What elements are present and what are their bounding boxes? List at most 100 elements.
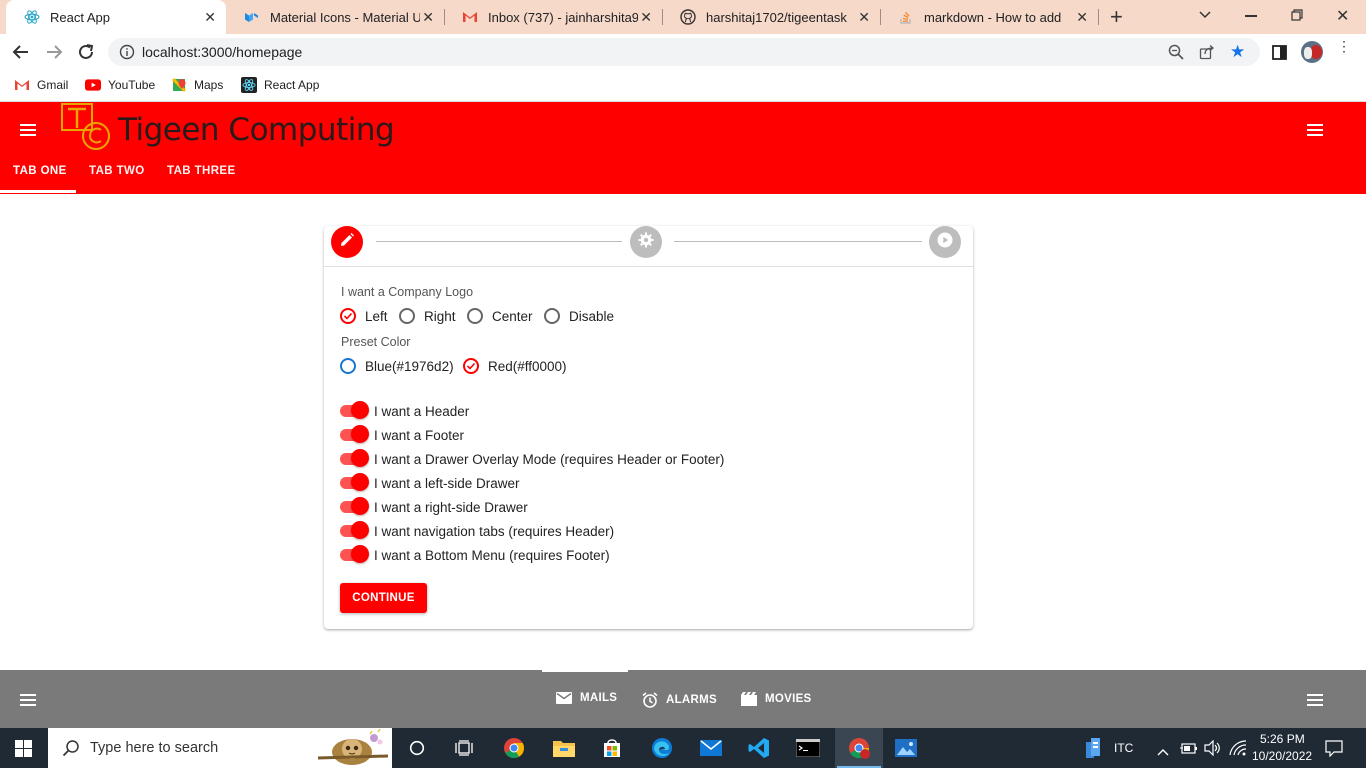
- toggle-switch[interactable]: [340, 401, 369, 419]
- mail-app-icon[interactable]: [699, 736, 723, 760]
- bottom-nav-movies[interactable]: MOVIES: [741, 692, 812, 706]
- preset-radio-blue[interactable]: Blue(#1976d2): [340, 358, 454, 374]
- close-icon[interactable]: ✕: [640, 9, 652, 26]
- toggle-switch[interactable]: [340, 521, 369, 539]
- tab-three[interactable]: TAB THREE: [167, 165, 236, 177]
- logo-radio-left[interactable]: Left: [340, 308, 388, 324]
- restore-icon[interactable]: [1291, 8, 1303, 26]
- bottom-left-menu-icon[interactable]: [20, 693, 36, 711]
- profile-avatar[interactable]: [1301, 41, 1323, 63]
- forward-icon[interactable]: [45, 43, 63, 66]
- browser-tab[interactable]: React App ✕: [6, 0, 226, 34]
- task-view-icon[interactable]: [452, 736, 476, 760]
- close-icon[interactable]: ✕: [1076, 9, 1088, 26]
- toggle-switch[interactable]: [340, 449, 369, 467]
- search-highlight-image: [314, 728, 392, 773]
- toggle-switch[interactable]: [340, 545, 369, 563]
- bookmark-maps[interactable]: Maps: [171, 77, 223, 93]
- clock-time[interactable]: 5:26 PM: [1260, 732, 1305, 746]
- share-icon[interactable]: [1199, 44, 1215, 65]
- language-indicator[interactable]: ITC: [1114, 741, 1133, 755]
- taskbar-search[interactable]: Type here to search: [48, 728, 392, 768]
- step-edit[interactable]: [331, 226, 363, 258]
- switch-bottom-menu[interactable]: I want a Bottom Menu (requires Footer): [340, 545, 610, 565]
- switch-label: I want a Header: [374, 403, 470, 419]
- movie-icon: [741, 692, 757, 706]
- logo-radio-disable[interactable]: Disable: [544, 308, 614, 324]
- new-tab-button[interactable]: +: [1110, 4, 1123, 30]
- toggle-switch[interactable]: [340, 497, 369, 515]
- terminal-icon[interactable]: [796, 736, 820, 760]
- switch-nav-tabs[interactable]: I want navigation tabs (requires Header): [340, 521, 614, 541]
- step-settings[interactable]: [630, 226, 662, 258]
- close-icon[interactable]: ✕: [422, 9, 434, 26]
- bookmark-gmail[interactable]: Gmail: [14, 77, 68, 93]
- continue-button[interactable]: CONTINUE: [340, 583, 427, 613]
- windows-start-icon[interactable]: [15, 740, 32, 762]
- browser-tab[interactable]: Inbox (737) - jainharshita944 ✕: [444, 0, 662, 34]
- switch-label: I want a Bottom Menu (requires Footer): [374, 547, 610, 563]
- bottom-nav-alarms[interactable]: ALARMS: [642, 692, 717, 708]
- side-panel-icon[interactable]: [1272, 45, 1287, 65]
- site-info-icon[interactable]: [119, 44, 135, 65]
- wifi-icon[interactable]: [1229, 740, 1247, 761]
- mail-icon: [556, 692, 572, 704]
- chrome-icon[interactable]: [502, 736, 526, 760]
- left-menu-icon[interactable]: [20, 123, 36, 141]
- browser-tab-title: harshitaj1702/tigeentask: [706, 9, 847, 25]
- close-icon[interactable]: ✕: [858, 9, 870, 26]
- switch-right-drawer[interactable]: I want a right-side Drawer: [340, 497, 528, 517]
- file-tray-icon[interactable]: [1086, 738, 1102, 763]
- store-icon[interactable]: [600, 736, 624, 760]
- logo-radio-right[interactable]: Right: [399, 308, 456, 324]
- switch-drawer-overlay[interactable]: I want a Drawer Overlay Mode (requires H…: [340, 449, 724, 469]
- tab-search-icon[interactable]: [1198, 7, 1212, 26]
- battery-icon[interactable]: [1180, 741, 1198, 760]
- bottom-right-menu-icon[interactable]: [1307, 693, 1323, 711]
- file-explorer-icon[interactable]: [552, 736, 576, 760]
- browser-tab[interactable]: harshitaj1702/tigeentask ✕: [662, 0, 880, 34]
- menu-dots-icon[interactable]: ⋮: [1337, 39, 1351, 53]
- toggle-switch[interactable]: [340, 473, 369, 491]
- bottom-navigation: MAILS ALARMS MOVIES: [0, 670, 1366, 728]
- preset-radio-red[interactable]: Red(#ff0000): [463, 358, 567, 374]
- reload-icon[interactable]: [77, 43, 95, 66]
- omnibox[interactable]: localhost:3000/homepage ★: [108, 38, 1260, 66]
- toggle-switch[interactable]: [340, 425, 369, 443]
- address-bar-row: localhost:3000/homepage ★ ⋮: [0, 34, 1366, 70]
- edge-icon[interactable]: [650, 736, 674, 760]
- react-icon: [24, 9, 40, 25]
- cortana-icon[interactable]: [405, 736, 429, 760]
- volume-icon[interactable]: [1204, 739, 1222, 761]
- vscode-icon[interactable]: [747, 736, 771, 760]
- maps-icon: [171, 77, 187, 93]
- bookmark-youtube[interactable]: YouTube: [85, 77, 155, 93]
- logo-radio-center[interactable]: Center: [467, 308, 533, 324]
- window-close-icon[interactable]: ✕: [1336, 6, 1349, 26]
- tray-chevron-up-icon[interactable]: [1157, 743, 1169, 761]
- bottom-nav-indicator: [542, 670, 628, 672]
- close-icon[interactable]: ✕: [204, 9, 216, 26]
- bookmark-star-icon[interactable]: ★: [1230, 42, 1245, 62]
- switch-footer[interactable]: I want a Footer: [340, 425, 464, 445]
- back-icon[interactable]: [12, 43, 30, 66]
- chrome-active-icon[interactable]: [847, 736, 871, 760]
- photos-icon[interactable]: [894, 736, 918, 760]
- bookmark-react-app[interactable]: React App: [241, 77, 319, 93]
- radio-checked-icon: [463, 358, 479, 374]
- minimize-icon[interactable]: [1245, 15, 1257, 17]
- youtube-icon: [85, 77, 101, 93]
- zoom-icon[interactable]: [1168, 44, 1184, 65]
- switch-left-drawer[interactable]: I want a left-side Drawer: [340, 473, 520, 493]
- browser-tab[interactable]: Material Icons - Material UI ✕: [226, 0, 444, 34]
- browser-tab[interactable]: markdown - How to add scre ✕: [880, 0, 1098, 34]
- step-play[interactable]: [929, 226, 961, 258]
- notifications-icon[interactable]: [1325, 740, 1343, 762]
- tab-one[interactable]: TAB ONE: [13, 165, 67, 177]
- right-menu-icon[interactable]: [1307, 123, 1323, 141]
- clock-date[interactable]: 10/20/2022: [1252, 749, 1312, 763]
- radio-unchecked-icon: [467, 308, 483, 324]
- switch-header[interactable]: I want a Header: [340, 401, 469, 421]
- tab-two[interactable]: TAB TWO: [89, 165, 145, 177]
- bottom-nav-mails[interactable]: MAILS: [556, 692, 617, 704]
